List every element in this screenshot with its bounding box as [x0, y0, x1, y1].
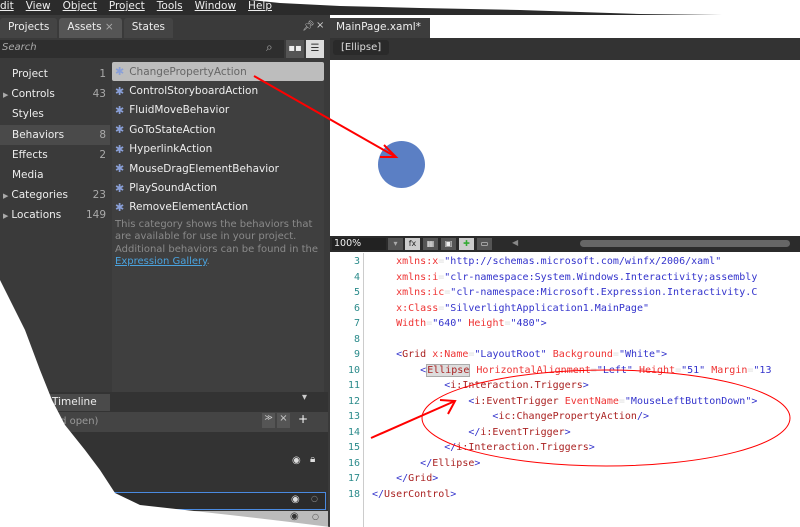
annotation-arrow-2 [370, 400, 456, 439]
torn-edge-bottom-left [0, 280, 330, 527]
overlay [0, 0, 800, 527]
torn-edge-top [250, 0, 800, 16]
annotation-arrowhead-1 [380, 144, 399, 158]
annotation-ellipse [421, 369, 791, 467]
annotations [253, 75, 791, 467]
annotation-arrow-1 [253, 75, 397, 158]
